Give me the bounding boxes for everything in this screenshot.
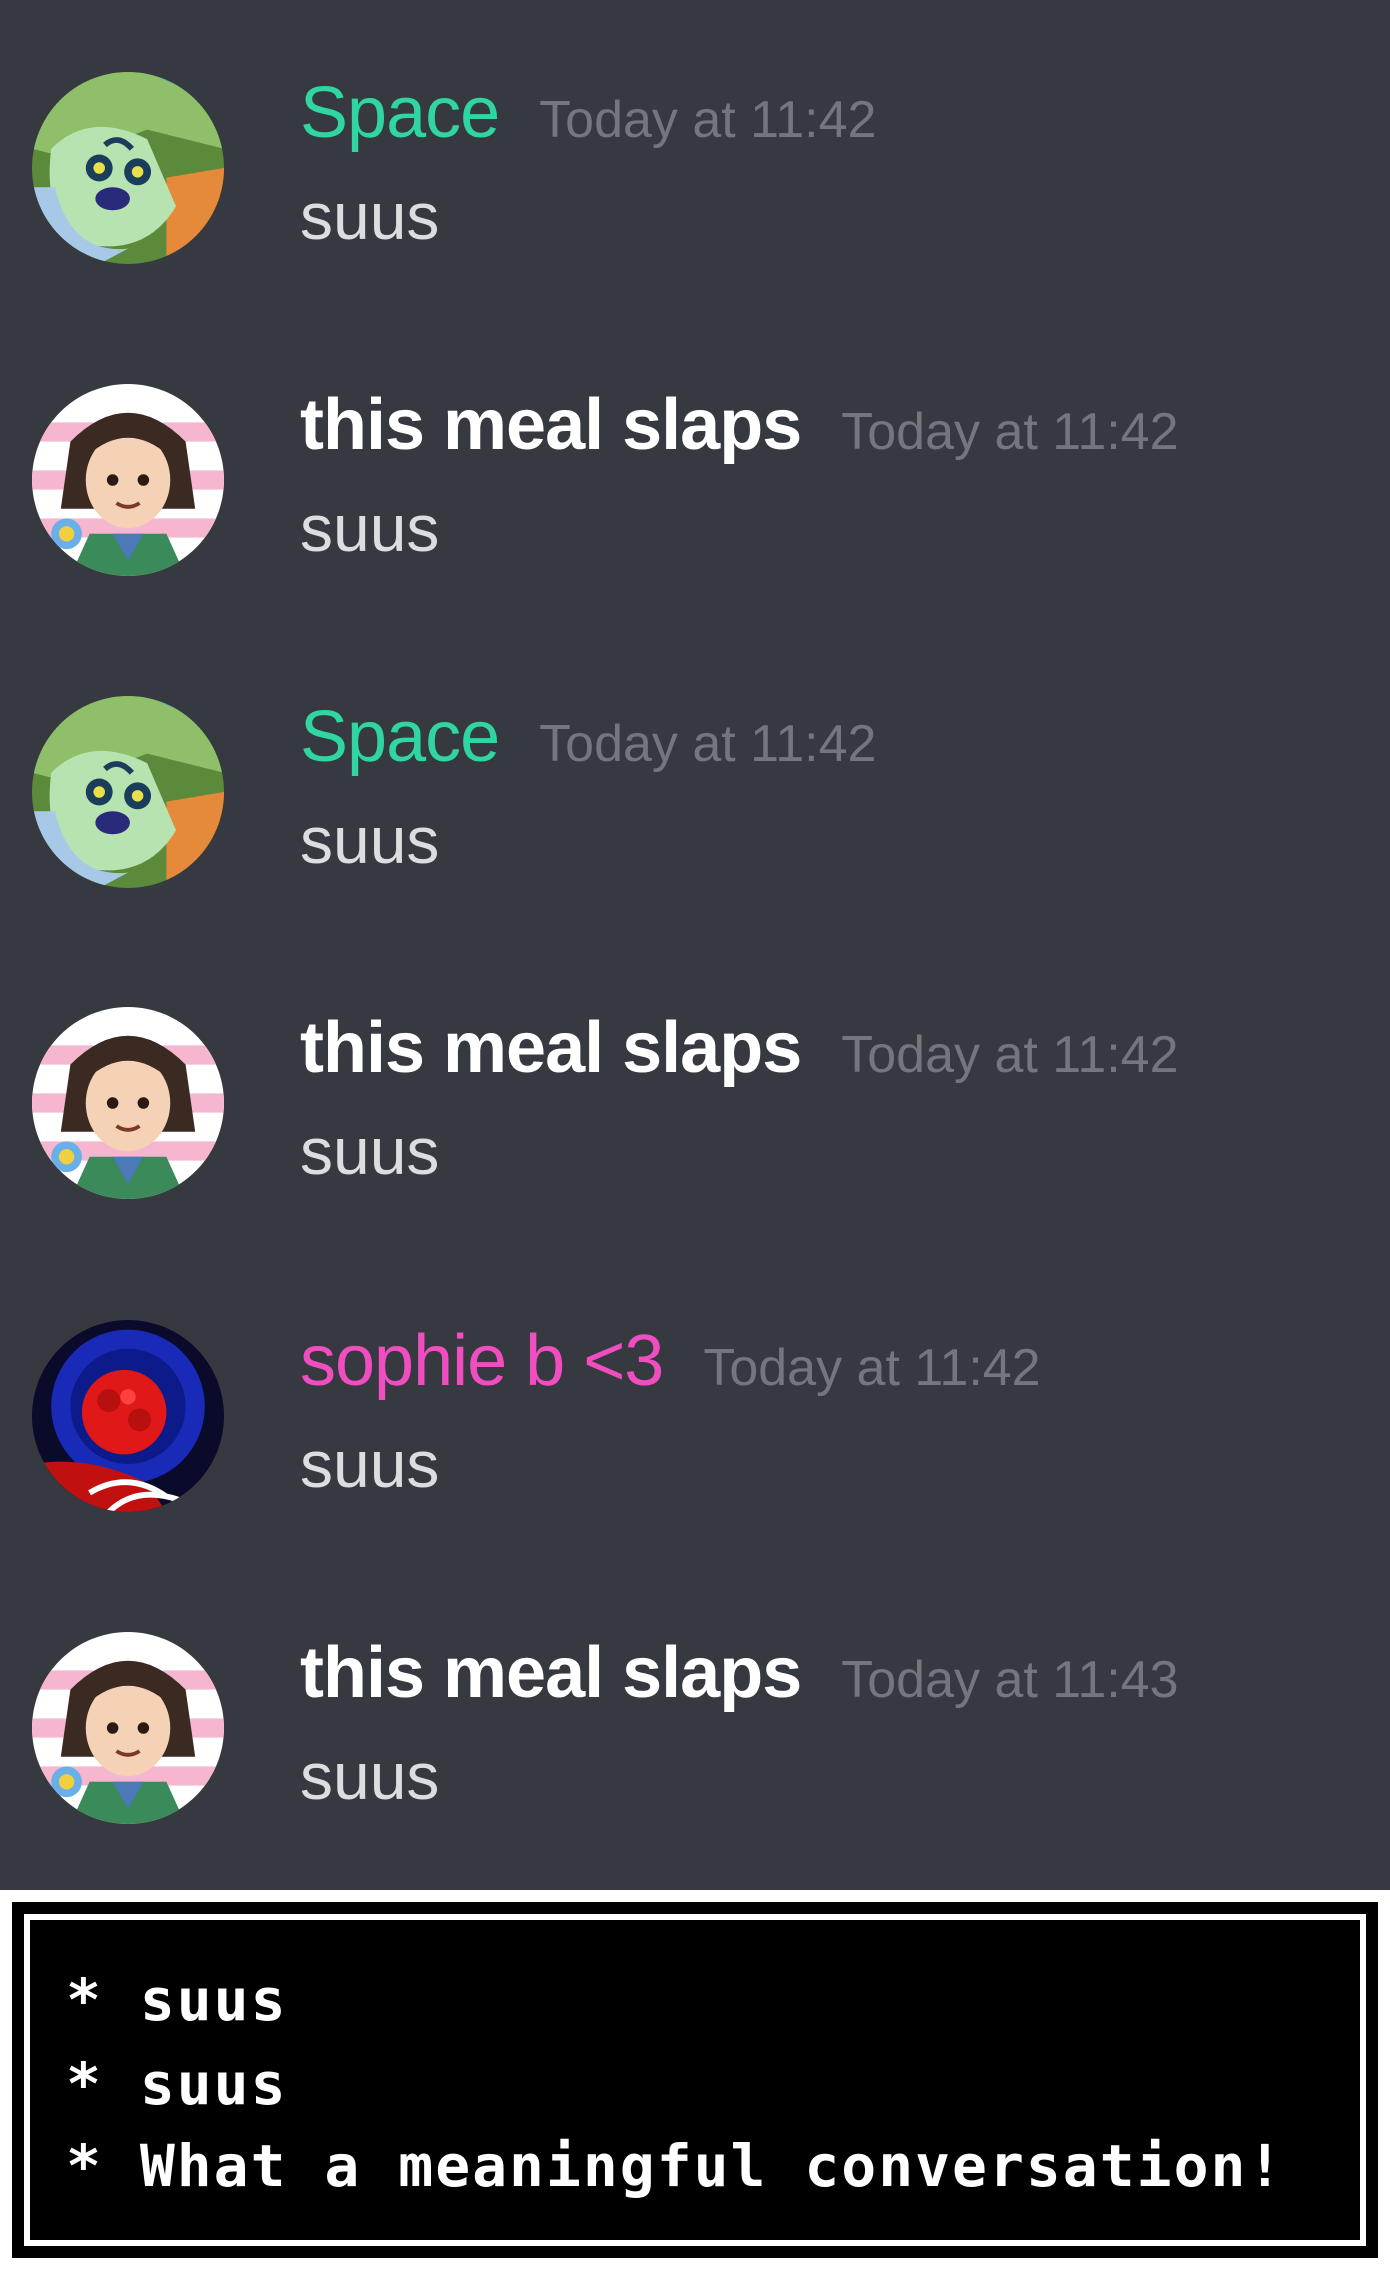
chat-message[interactable]: Space Today at 11:42 suus: [0, 0, 1390, 300]
avatar[interactable]: [32, 1007, 224, 1199]
avatar[interactable]: [32, 384, 224, 576]
chat-message[interactable]: this meal slaps Today at 11:42 suus: [0, 935, 1390, 1235]
chat-message[interactable]: Space Today at 11:42 suus: [0, 624, 1390, 924]
dialog-line: * What a meaningful conversation!: [66, 2132, 1285, 2200]
chat-message[interactable]: this meal slaps Today at 11:42 suus: [0, 312, 1390, 612]
author-name[interactable]: this meal slaps: [300, 1008, 802, 1088]
green-creature-icon: [32, 72, 224, 264]
dialog-line: * suus: [66, 1966, 288, 2034]
timestamp: Today at 11:42: [841, 1026, 1179, 1084]
message-text: suus: [300, 1114, 440, 1188]
timestamp: Today at 11:42: [539, 91, 877, 149]
chat-message[interactable]: this meal slaps Today at 11:43 suus: [0, 1560, 1390, 1860]
message-text: suus: [300, 179, 440, 253]
game-dialog-panel: * suus * suus * What a meaningful conver…: [0, 1890, 1390, 2270]
anime-girl-icon: [32, 1007, 224, 1199]
anime-girl-icon: [32, 1632, 224, 1824]
message-text: suus: [300, 1427, 440, 1501]
timestamp: Today at 11:42: [539, 715, 877, 773]
red-flower-icon: [32, 1320, 224, 1512]
avatar[interactable]: [32, 1320, 224, 1512]
author-name[interactable]: Space: [300, 73, 500, 153]
avatar[interactable]: [32, 696, 224, 888]
timestamp: Today at 11:43: [841, 1651, 1179, 1709]
anime-girl-icon: [32, 384, 224, 576]
dialog-line: * suus: [66, 2050, 288, 2118]
game-dialog-frame: * suus * suus * What a meaningful conver…: [12, 1902, 1378, 2258]
author-name[interactable]: sophie b <3: [300, 1321, 664, 1401]
message-text: suus: [300, 803, 440, 877]
avatar[interactable]: [32, 72, 224, 264]
timestamp: Today at 11:42: [841, 403, 1179, 461]
timestamp: Today at 11:42: [703, 1339, 1041, 1397]
chat-message-list: Space Today at 11:42 suus this meal slap…: [0, 0, 1390, 1890]
message-text: suus: [300, 1739, 440, 1813]
message-text: suus: [300, 491, 440, 565]
game-dialog-box: * suus * suus * What a meaningful conver…: [24, 1914, 1366, 2246]
author-name[interactable]: this meal slaps: [300, 1633, 802, 1713]
avatar[interactable]: [32, 1632, 224, 1824]
green-creature-icon: [32, 696, 224, 888]
author-name[interactable]: this meal slaps: [300, 385, 802, 465]
chat-message[interactable]: sophie b <3 Today at 11:42 suus: [0, 1248, 1390, 1548]
author-name[interactable]: Space: [300, 697, 500, 777]
